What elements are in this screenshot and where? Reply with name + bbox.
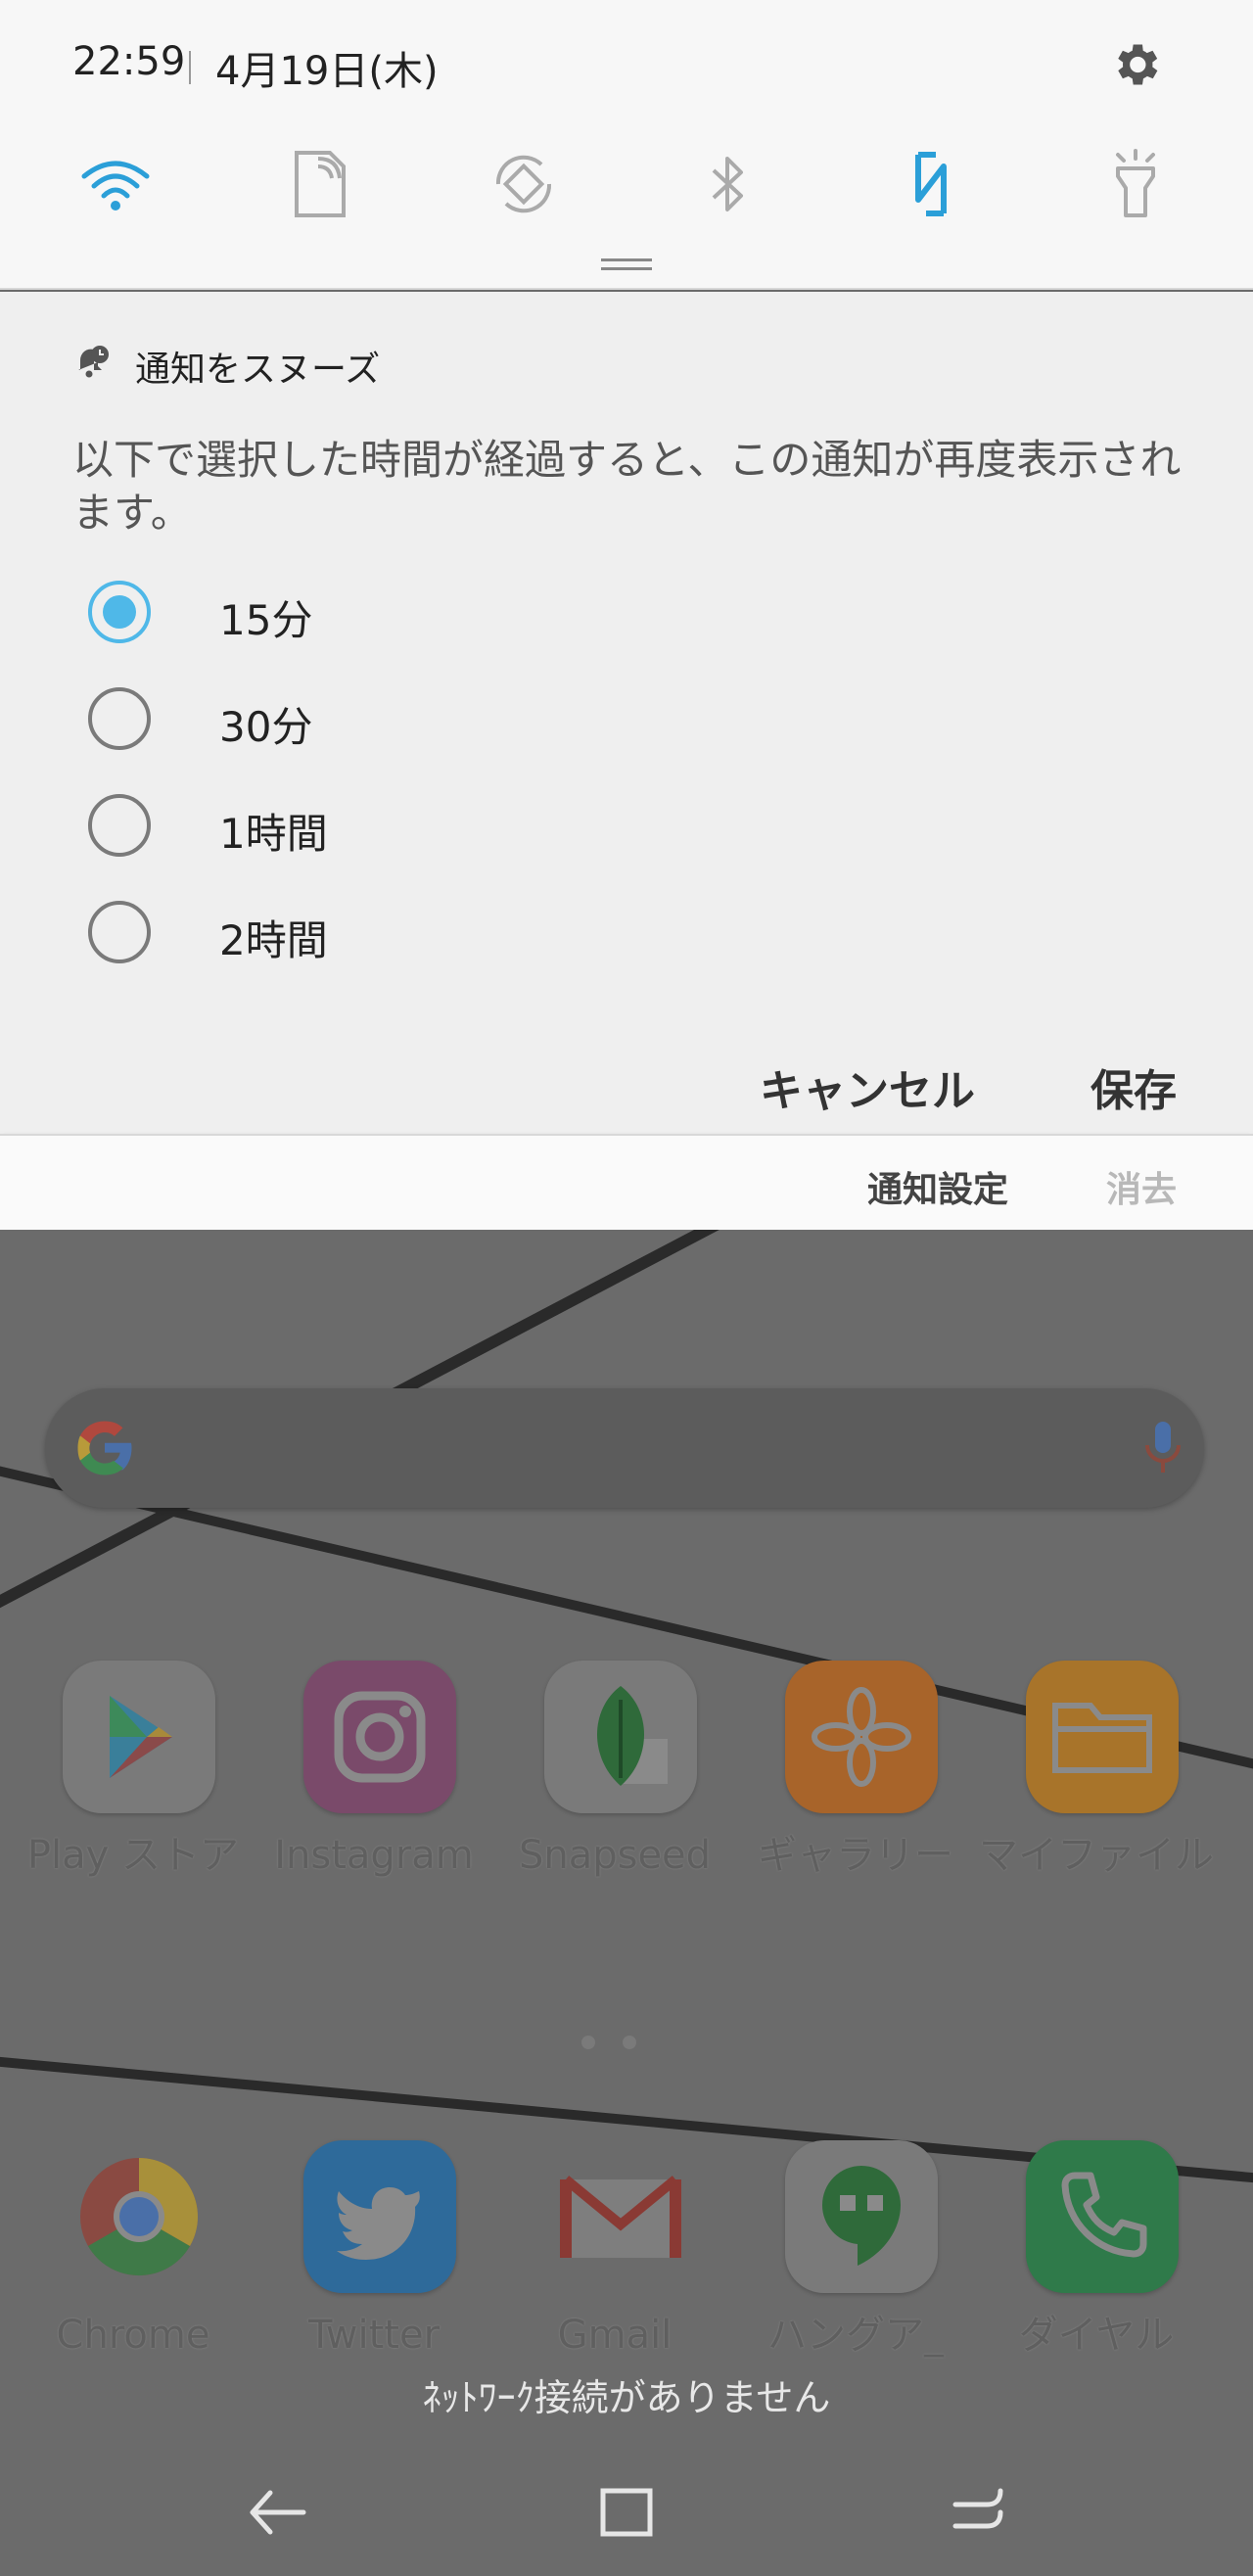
- google-search-bar[interactable]: [45, 1388, 1204, 1508]
- radio-button[interactable]: [88, 687, 151, 750]
- snooze-title: 通知をスヌーズ: [135, 350, 381, 390]
- notification-settings-button[interactable]: 通知設定: [867, 1161, 1008, 1212]
- instagram-icon: [303, 1661, 456, 1813]
- app-label: Chrome: [56, 2313, 210, 2358]
- option-label: 1時間: [219, 810, 328, 858]
- panel-drag-handle[interactable]: [601, 258, 652, 270]
- google-g-icon: [77, 1421, 132, 1475]
- status-date: 4月19日(木): [215, 49, 439, 94]
- radio-button-selected[interactable]: [88, 581, 151, 643]
- quick-settings-panel: 22:59 4月19日(木): [0, 0, 1253, 290]
- home-icon[interactable]: [589, 2475, 664, 2550]
- flashlight-icon[interactable]: [1096, 145, 1175, 223]
- app-label: Play ストア: [26, 1833, 240, 1878]
- microphone-icon[interactable]: [1141, 1418, 1184, 1478]
- recents-icon[interactable]: [942, 2475, 1016, 2550]
- clear-button[interactable]: 消去: [1106, 1161, 1177, 1212]
- snooze-description: 以下で選択した時間が経過すると、この通知が再度表示されます。: [72, 436, 1182, 537]
- app-label: Gmail: [557, 2313, 673, 2358]
- gmail-icon: [544, 2140, 697, 2293]
- app-label: マイファイル: [979, 1833, 1214, 1878]
- option-label: 30分: [219, 703, 313, 751]
- bluetooth-icon[interactable]: [688, 145, 766, 223]
- radio-button[interactable]: [88, 901, 151, 963]
- network-toast: ﾈｯﾄﾜｰｸ接続がありません: [422, 2376, 831, 2419]
- gallery-icon: [785, 1661, 938, 1813]
- status-divider: [189, 51, 191, 84]
- home-screen-background: Play ストア Instagram Snapseed ギャラリー マイファイル…: [0, 1230, 1253, 2576]
- sim-card-icon[interactable]: [281, 145, 359, 223]
- snooze-bell-icon: [78, 346, 109, 378]
- option-label: 15分: [219, 596, 313, 644]
- status-time: 22:59: [72, 39, 186, 84]
- app-label: Twitter: [307, 2313, 441, 2358]
- snooze-dialog: 通知をスヌーズ 以下で選択した時間が経過すると、この通知が再度表示されます。 1…: [0, 292, 1253, 1134]
- snooze-option-15min[interactable]: 15分: [88, 578, 773, 646]
- app-label: Instagram: [274, 1833, 474, 1878]
- page-dot: [581, 2036, 595, 2049]
- app-label: ダイヤル: [1018, 2313, 1175, 2358]
- twitter-icon: [303, 2140, 456, 2293]
- snooze-option-1hour[interactable]: 1時間: [88, 791, 773, 860]
- option-label: 2時間: [219, 916, 328, 964]
- wifi-icon[interactable]: [76, 145, 155, 223]
- nfc-icon[interactable]: [893, 145, 971, 223]
- snapseed-icon: [544, 1661, 697, 1813]
- gear-icon[interactable]: [1108, 37, 1163, 92]
- chrome-icon: [63, 2140, 215, 2293]
- radio-button[interactable]: [88, 794, 151, 857]
- snooze-option-30min[interactable]: 30分: [88, 684, 773, 753]
- play-store-icon: [63, 1661, 215, 1813]
- app-label: Snapseed: [518, 1833, 712, 1878]
- rotate-icon[interactable]: [485, 145, 563, 223]
- phone-icon: [1026, 2140, 1179, 2293]
- back-icon[interactable]: [241, 2475, 315, 2550]
- hangouts-icon: [785, 2140, 938, 2293]
- navigation-bar: [0, 2448, 1253, 2576]
- app-label: ハングア_: [767, 2313, 944, 2358]
- notification-footer: 通知設定 消去: [0, 1134, 1253, 1230]
- page-dot: [623, 2036, 636, 2049]
- cancel-button[interactable]: キャンセル: [760, 1055, 975, 1118]
- page-indicator: [568, 2035, 650, 2053]
- my-files-icon: [1026, 1661, 1179, 1813]
- snooze-option-2hours[interactable]: 2時間: [88, 898, 773, 966]
- app-label: ギャラリー: [758, 1833, 953, 1878]
- save-button[interactable]: 保存: [1091, 1055, 1177, 1118]
